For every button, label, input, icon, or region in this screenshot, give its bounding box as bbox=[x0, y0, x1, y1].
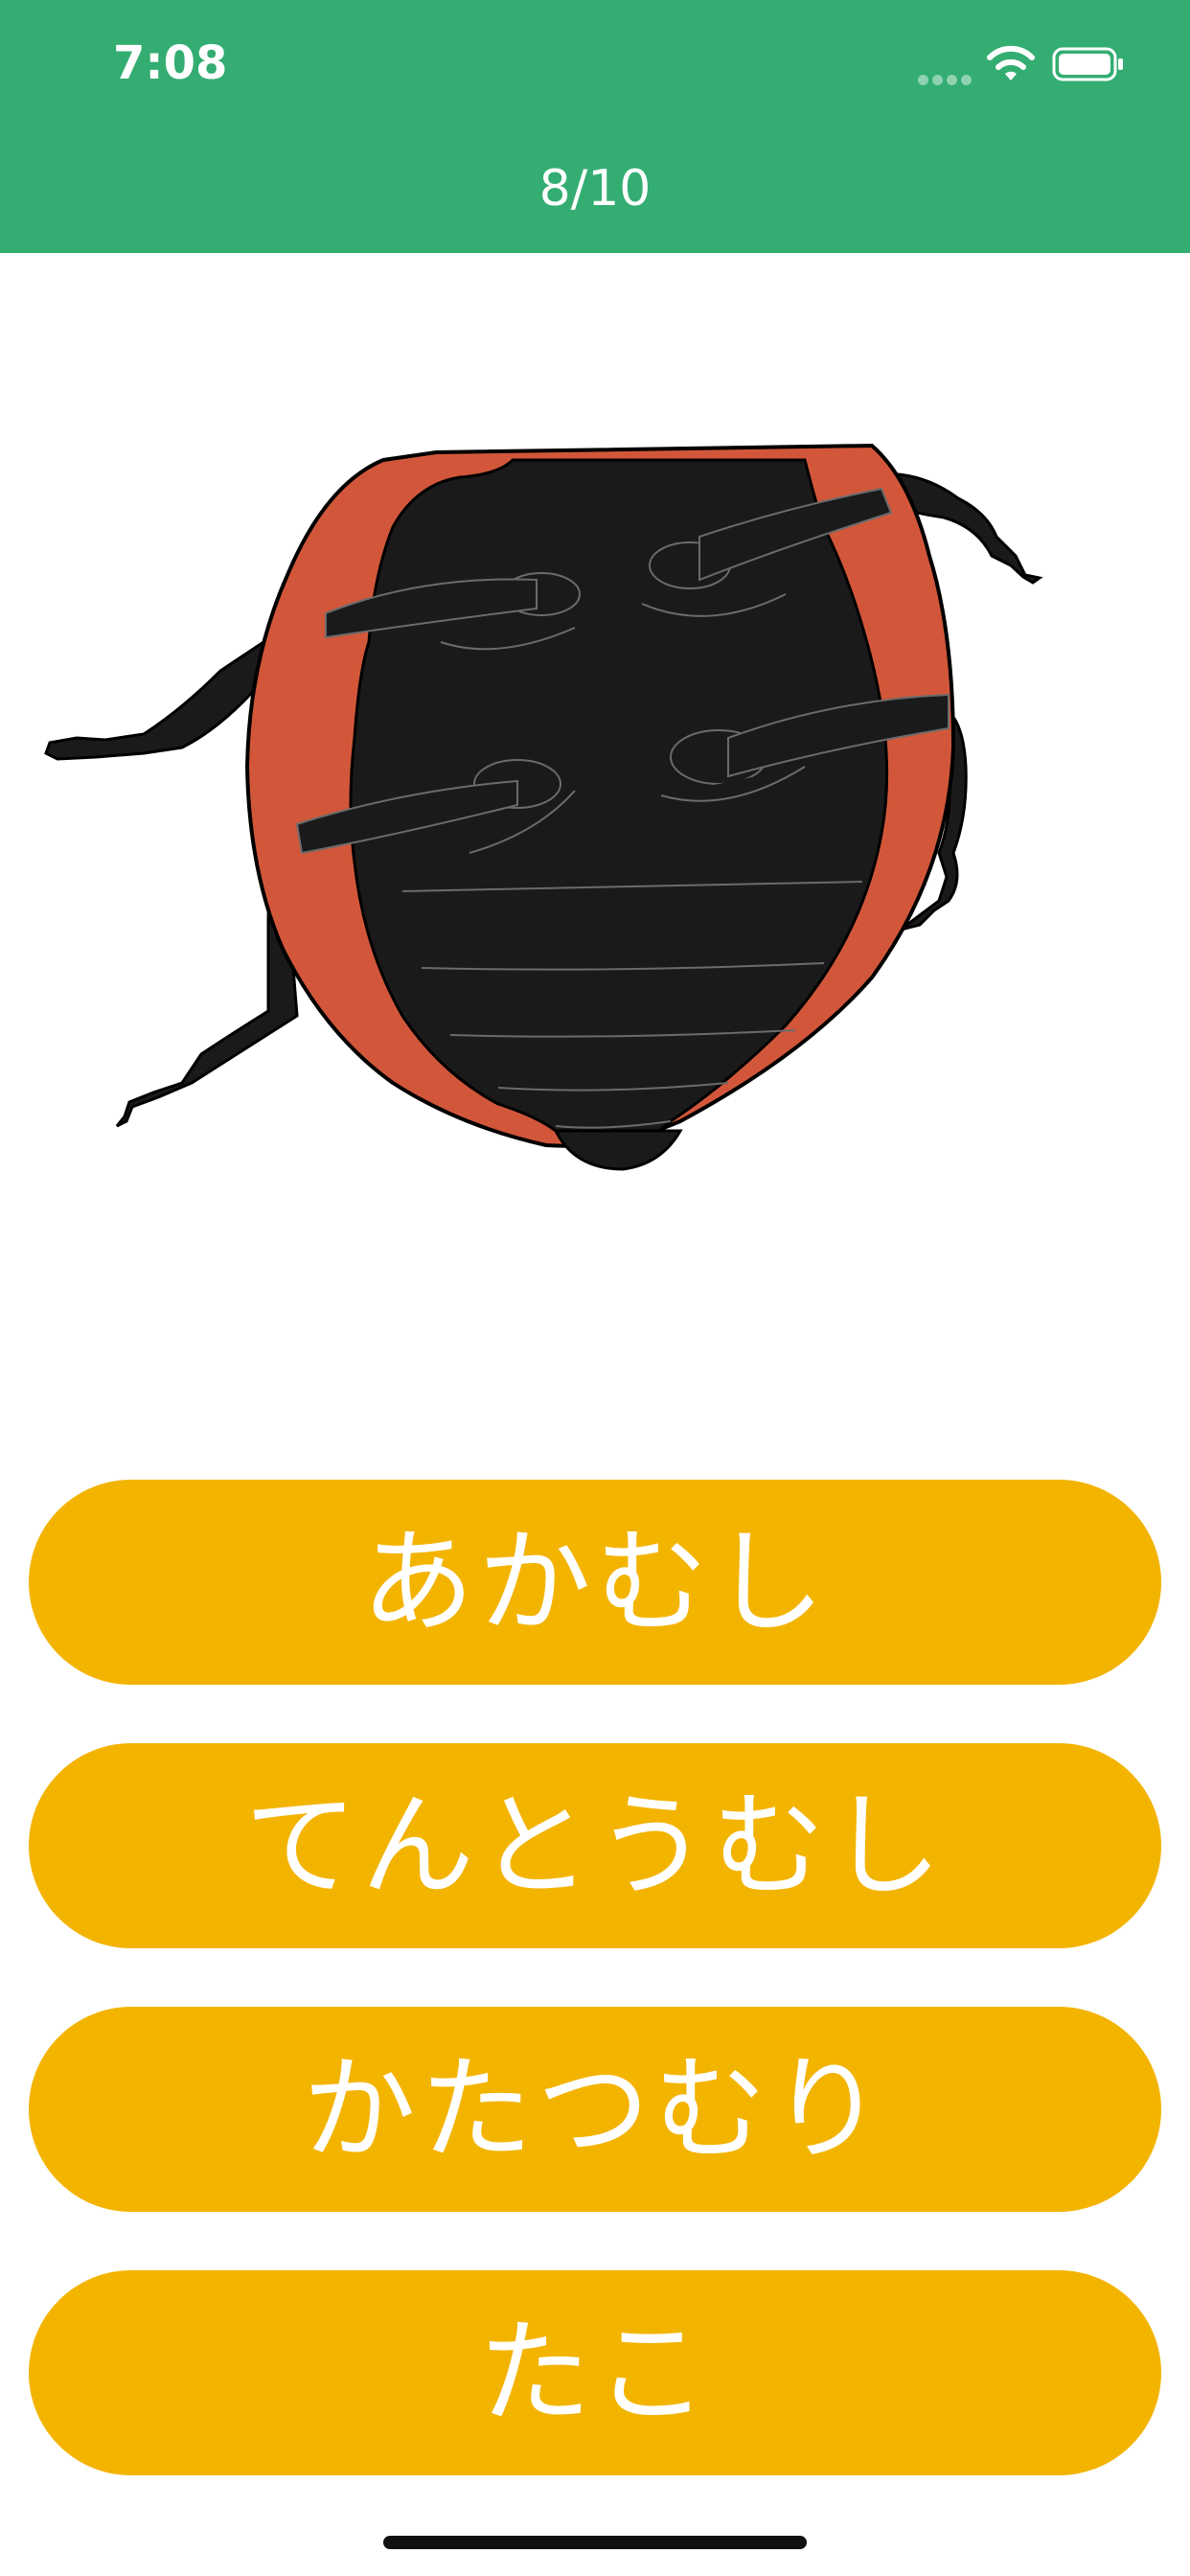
answer-button-3[interactable]: かたつむり bbox=[29, 2007, 1161, 2212]
cellular-signal-icon bbox=[918, 71, 975, 85]
answer-button-2[interactable]: てんとうむし bbox=[29, 1743, 1161, 1948]
answer-button-1[interactable]: あかむし bbox=[29, 1480, 1161, 1685]
answer-button-4[interactable]: たこ bbox=[29, 2270, 1161, 2475]
battery-icon bbox=[1052, 47, 1123, 81]
header-bar: 7:08 8/10 bbox=[0, 0, 1190, 253]
home-indicator[interactable] bbox=[383, 2536, 807, 2549]
answer-list: あかむし てんとうむし かたつむり たこ bbox=[29, 1480, 1161, 2534]
ladybug-illustration bbox=[44, 443, 1043, 1171]
ladybug-head bbox=[553, 1129, 683, 1171]
status-time: 7:08 bbox=[113, 36, 228, 90]
wifi-icon bbox=[987, 45, 1035, 80]
question-progress: 8/10 bbox=[538, 160, 652, 218]
